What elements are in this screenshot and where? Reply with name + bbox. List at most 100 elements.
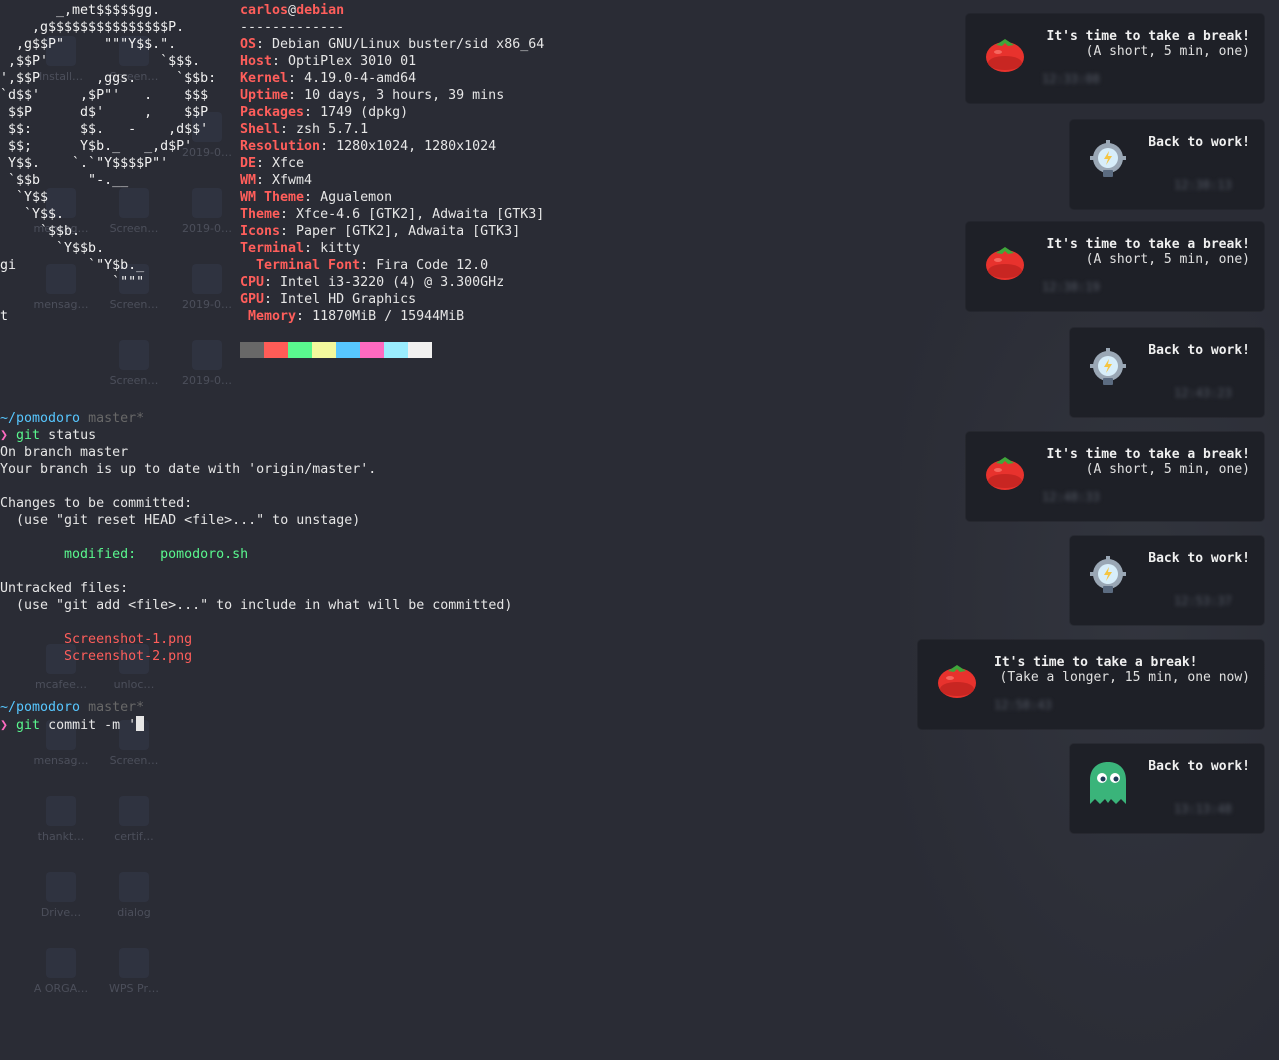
color-swatch	[288, 342, 312, 358]
ascii-art-line: `$$b.	[0, 224, 81, 239]
notification-title: Back to work!	[1148, 135, 1250, 150]
ascii-art-line: $$; Y$b._ _,d$P'	[0, 139, 193, 154]
ascii-art-line: t	[0, 309, 9, 324]
ascii-art-line: $$: $$. - ,d$$'	[0, 122, 209, 137]
command-line: ❯ git status	[0, 428, 97, 443]
ascii-art-line: `d$$' ,$P"' . $$$	[0, 88, 209, 103]
notification-time: 12:43:23	[1174, 386, 1232, 400]
separator: -------------	[240, 20, 345, 35]
info-row: Theme: Xfce-4.6 [GTK2], Adwaita [GTK3]	[240, 207, 545, 222]
info-row: Kernel: 4.19.0-4-amd64	[240, 71, 417, 86]
notification-time: 12:48:33	[1042, 490, 1100, 504]
color-swatch	[312, 342, 336, 358]
info-row: Terminal: kitty	[240, 241, 361, 256]
notification-break[interactable]: It's time to take a break! (A short, 5 m…	[966, 222, 1264, 311]
file-icon	[46, 872, 76, 902]
notification-title: Back to work!	[1148, 551, 1250, 566]
color-swatch	[336, 342, 360, 358]
info-row: Terminal Font: Fira Code 12.0	[240, 258, 489, 273]
prompt-path: ~/pomodoro master*	[0, 411, 145, 426]
output-line: On branch master	[0, 445, 129, 460]
untracked-file: Screenshot-2.png	[0, 649, 193, 664]
folder-icon	[119, 796, 149, 826]
info-row: CPU: Intel i3-3220 (4) @ 3.300GHz	[240, 275, 505, 290]
desktop-icon[interactable]: 2019-0…	[176, 184, 238, 256]
notification-time: 12:38:19	[1042, 280, 1100, 294]
desktop-icon[interactable]: A ORGA…	[30, 944, 92, 1016]
notification-work[interactable]: Back to work! 13:13:48	[1070, 744, 1264, 833]
document-icon	[192, 188, 222, 218]
notification-title: It's time to take a break!	[1046, 237, 1251, 252]
folder-icon	[119, 872, 149, 902]
ascii-art-line: `Y$$	[0, 190, 49, 205]
info-row: Memory: 11870MiB / 15944MiB	[240, 309, 465, 324]
command-input[interactable]: ❯ git commit -m '	[0, 716, 145, 733]
color-swatch	[264, 342, 288, 358]
lightbulb-gear-icon	[1090, 140, 1126, 177]
output-line: Changes to be committed:	[0, 496, 193, 511]
text-cursor	[136, 716, 145, 731]
notification-body: (Take a longer, 15 min, one now)	[999, 670, 1250, 685]
notification-work[interactable]: Back to work! 12:38:13	[1070, 120, 1264, 209]
tomato-icon	[938, 665, 976, 698]
notification-work[interactable]: Back to work! 12:43:23	[1070, 328, 1264, 417]
tomato-icon	[986, 247, 1024, 280]
notification-title: It's time to take a break!	[1046, 29, 1251, 44]
output-line: (use "git add <file>..." to include in w…	[0, 598, 513, 613]
desktop-icon[interactable]: certif…	[103, 792, 165, 864]
desktop-icon[interactable]: Drive…	[30, 868, 92, 940]
image-icon	[119, 188, 149, 218]
notification-title: Back to work!	[1148, 343, 1250, 358]
notification-title: It's time to take a break!	[994, 655, 1198, 670]
ascii-art-line: `Y$$.	[0, 207, 65, 222]
untracked-file: Screenshot-1.png	[0, 632, 193, 647]
notification-break[interactable]: It's time to take a break! (A short, 5 m…	[966, 432, 1264, 521]
desktop-icon[interactable]: Screen…	[103, 336, 165, 408]
desktop-icon[interactable]: Screen…	[103, 184, 165, 256]
ascii-art-line: `$$b "-.__	[0, 173, 129, 188]
notification-body: (A short, 5 min, one)	[1085, 462, 1250, 477]
ascii-art-line: ',$$P ,ggs. `$$b:	[0, 71, 217, 86]
output-line: (use "git reset HEAD <file>..." to unsta…	[0, 513, 361, 528]
info-row: Host: OptiPlex 3010 01	[240, 54, 417, 69]
ascii-art-line: `Y$$b.	[0, 241, 105, 256]
presentation-icon	[119, 948, 149, 978]
notification-body: (A short, 5 min, one)	[1085, 252, 1250, 267]
notification-time: 12:53:37	[1174, 594, 1232, 608]
video-icon	[46, 948, 76, 978]
desktop-icon[interactable]: 2019-0…	[176, 260, 238, 332]
notification-time: 12:58:43	[994, 698, 1052, 712]
desktop-icon[interactable]: thankt…	[30, 792, 92, 864]
output-line: Untracked files:	[0, 581, 129, 596]
color-swatch	[360, 342, 384, 358]
ascii-art-line: ,g$$$$$$$$$$$$$$$P.	[0, 20, 185, 35]
color-swatch	[384, 342, 408, 358]
document-icon	[192, 340, 222, 370]
output-line: Your branch is up to date with 'origin/m…	[0, 462, 377, 477]
ascii-art-line: _,met$$$$$gg.	[0, 3, 161, 18]
image-icon	[119, 340, 149, 370]
info-row: Icons: Paper [GTK2], Adwaita [GTK3]	[240, 224, 521, 239]
notification-title: It's time to take a break!	[1046, 447, 1251, 462]
notification-break[interactable]: It's time to take a break! (A short, 5 m…	[966, 14, 1264, 103]
notification-time: 13:13:48	[1174, 802, 1232, 816]
ascii-art-line: ,$$P' `$$$.	[0, 54, 201, 69]
info-row: Shell: zsh 5.7.1	[240, 122, 369, 137]
tomato-icon	[986, 39, 1024, 72]
notification-time: 12:38:13	[1174, 178, 1232, 192]
file-icon	[46, 796, 76, 826]
ascii-art-line: ,g$$P" """Y$$.".	[0, 37, 177, 52]
desktop-icon[interactable]: WPS Pr…	[103, 944, 165, 1016]
desktop-icon[interactable]: 2019-0…	[176, 336, 238, 408]
ascii-art-line: `"""	[0, 275, 145, 290]
ascii-art-line: $$P d$' , $$P	[0, 105, 209, 120]
info-row: Resolution: 1280x1024, 1280x1024	[240, 139, 497, 154]
notification-long-break[interactable]: It's time to take a break! (Take a longe…	[918, 640, 1264, 729]
desktop-icon[interactable]: dialog	[103, 868, 165, 940]
info-row: Uptime: 10 days, 3 hours, 39 mins	[240, 88, 505, 103]
ascii-art-line: Y$$. `.`"Y$$$$P"'	[0, 156, 169, 171]
color-swatch	[240, 342, 264, 358]
notification-work[interactable]: Back to work! 12:53:37	[1070, 536, 1264, 625]
color-swatch	[408, 342, 432, 358]
notification-title: Back to work!	[1148, 759, 1250, 774]
